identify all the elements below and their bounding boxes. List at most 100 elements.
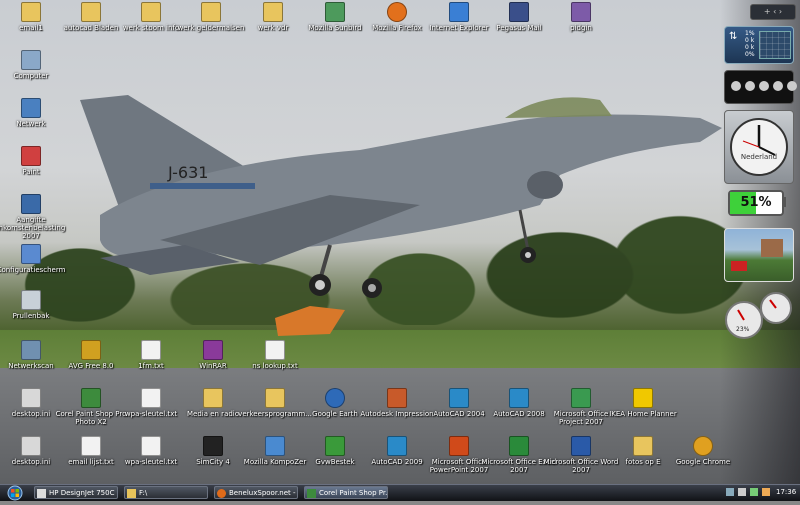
avg-icon	[81, 340, 101, 360]
battery-value: 51%	[740, 195, 772, 210]
folder-icon	[141, 2, 161, 22]
ikea-icon	[633, 388, 653, 408]
desktop-icon-label: Netwerk	[16, 120, 46, 128]
folder-icon	[21, 2, 41, 22]
sidebar-controls[interactable]: + ‹ ›	[750, 4, 796, 20]
clock-face-icon	[730, 118, 788, 176]
folder-icon	[203, 388, 223, 408]
clock-brand: Nederland	[740, 153, 778, 161]
ie-icon	[449, 2, 469, 22]
meter-pct: 0%	[745, 51, 755, 58]
cpu-gauge-gadget[interactable]: 23%	[724, 290, 796, 342]
desktop-icon-label: Aangifte inkomstenbelasting 2007	[0, 216, 66, 240]
firefox-icon	[387, 2, 407, 22]
desktop-icon[interactable]: Configuratiescherm	[0, 244, 70, 274]
tray-volume-icon[interactable]	[738, 488, 746, 496]
slideshow-gadget[interactable]	[724, 228, 794, 282]
text-file-icon	[141, 340, 161, 360]
taskbar-item-label: Corel Paint Shop Pr...	[319, 489, 388, 497]
desktop-icon-label: ns lookup.txt	[252, 362, 298, 370]
tray-battery-icon[interactable]	[750, 488, 758, 496]
system-tray: 17:36	[722, 485, 800, 501]
desktop-icon[interactable]: Paint	[0, 146, 70, 176]
tray-flag-icon[interactable]	[762, 488, 770, 496]
meter-net: 0 k	[745, 44, 755, 51]
jet-tail-code: J-631	[167, 163, 208, 182]
sunbird-icon	[325, 2, 345, 22]
ini-file-icon	[21, 388, 41, 408]
corel-icon	[81, 388, 101, 408]
rewind-icon[interactable]	[745, 81, 755, 91]
control-panel-icon	[21, 244, 41, 264]
taskbar-item-label: BeneluxSpoor.net - ...	[229, 489, 298, 497]
firefox-icon	[217, 489, 226, 498]
meter-cpu: 1%	[745, 30, 755, 37]
folder-icon	[201, 2, 221, 22]
network-meter-gadget[interactable]: ⇅ 1% 0 k 0 k 0%	[724, 26, 794, 64]
forward-icon[interactable]	[773, 81, 783, 91]
desktop-icon-label: IKEA Home Planner	[609, 410, 677, 418]
pegasus-icon	[509, 2, 529, 22]
pidgin-icon	[571, 2, 591, 22]
play-icon[interactable]	[759, 81, 769, 91]
autocad-icon	[509, 388, 529, 408]
taskbar-item-hp-designjet[interactable]: HP DesignJet 750C	[34, 486, 118, 499]
folder-icon	[263, 2, 283, 22]
taskbar-item-corel[interactable]: Corel Paint Shop Pr...	[304, 486, 388, 499]
ini-file-icon	[21, 436, 41, 456]
powerpoint-icon	[449, 436, 469, 456]
taskbar-item-folder[interactable]: F:\	[124, 486, 208, 499]
taskbar-item-label: HP DesignJet 750C	[49, 489, 115, 497]
windows-orb-icon	[7, 485, 23, 501]
word-icon	[571, 436, 591, 456]
desktop-icon[interactable]: IKEA Home Planner	[604, 388, 682, 418]
clock-gadget[interactable]: Nederland	[724, 110, 794, 184]
gvw-icon	[325, 436, 345, 456]
tray-network-icon[interactable]	[726, 488, 734, 496]
recycle-bin-icon	[21, 290, 41, 310]
desktop-icon[interactable]: Netwerk	[0, 98, 70, 128]
desktop-icon-label: Configuratiescherm	[0, 266, 66, 274]
prev-icon[interactable]	[731, 81, 741, 91]
battery-gadget: 51%	[728, 190, 784, 216]
desktop-icon[interactable]: Prullenbak	[0, 290, 70, 320]
folder-icon	[633, 436, 653, 456]
taskbar: HP DesignJet 750C F:\ BeneluxSpoor.net -…	[0, 484, 800, 501]
winrar-icon	[203, 340, 223, 360]
desktop-icon[interactable]: ns lookup.txt	[236, 340, 314, 370]
taskbar-clock[interactable]: 17:36	[776, 488, 796, 496]
folder-icon	[127, 489, 136, 498]
slideshow-car	[731, 261, 747, 271]
autocad-icon	[449, 388, 469, 408]
desktop-icon[interactable]: pidgin	[542, 2, 620, 32]
folder-icon	[81, 2, 101, 22]
desktop-icon-label: Computer	[13, 72, 49, 80]
corel-icon	[307, 489, 316, 498]
desktop-icon[interactable]: Aangifte inkomstenbelasting 2007	[0, 194, 70, 240]
autocad-icon	[387, 436, 407, 456]
start-button[interactable]	[2, 485, 28, 501]
desktop-icon[interactable]: Computer	[0, 50, 70, 80]
autodesk-impression-icon	[387, 388, 407, 408]
desktop-icon-label: pidgin	[570, 24, 592, 32]
desktop-icon-label: Paint	[22, 168, 40, 176]
text-file-icon	[81, 436, 101, 456]
taskbar-item-firefox[interactable]: BeneluxSpoor.net - ...	[214, 486, 298, 499]
simcity-icon	[203, 436, 223, 456]
paint-icon	[21, 146, 41, 166]
tax-icon	[21, 194, 41, 214]
kompozer-icon	[265, 436, 285, 456]
taskbar-item-label: F:\	[139, 489, 148, 497]
slideshow-house	[761, 239, 783, 257]
ms-project-icon	[571, 388, 591, 408]
media-controls-gadget[interactable]	[724, 70, 797, 104]
computer-icon	[21, 50, 41, 70]
meter-ram: 0 k	[745, 37, 755, 44]
battery-tip	[782, 197, 786, 207]
next-icon[interactable]	[787, 81, 797, 91]
gauge-icon	[725, 292, 792, 339]
google-earth-icon	[325, 388, 345, 408]
desktop-icon-label: Prullenbak	[12, 312, 50, 320]
folder-icon	[265, 388, 285, 408]
text-file-icon	[141, 388, 161, 408]
